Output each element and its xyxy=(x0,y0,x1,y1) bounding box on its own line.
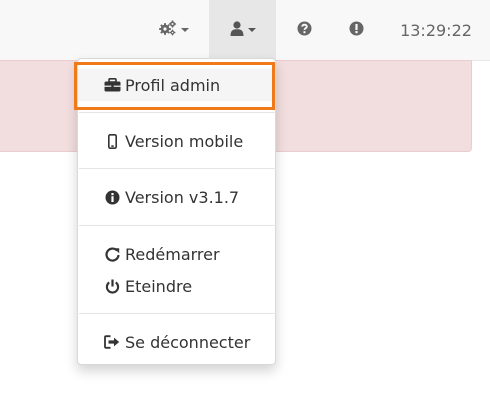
menu-divider xyxy=(79,168,276,169)
caret-down-icon xyxy=(247,28,256,32)
menu-item-label: Profil admin xyxy=(125,75,221,95)
settings-dropdown[interactable] xyxy=(148,0,200,60)
menu-item-label: Se déconnecter xyxy=(125,332,251,352)
menu-item-version-mobile[interactable]: Version mobile xyxy=(78,125,275,157)
menu-divider xyxy=(79,225,276,226)
sign-out-icon xyxy=(103,335,121,349)
menu-divider xyxy=(79,313,276,314)
refresh-icon xyxy=(103,247,121,262)
power-off-icon xyxy=(103,279,121,294)
menu-item-eteindre[interactable]: Eteindre xyxy=(78,270,275,302)
info-circle-icon xyxy=(103,190,121,205)
menu-item-label: Version mobile xyxy=(125,131,244,151)
menu-item-redemarrer[interactable]: Redémarrer xyxy=(78,238,275,270)
top-navbar: 13:29:22 xyxy=(0,0,490,61)
caret-down-icon xyxy=(181,28,189,32)
menu-divider xyxy=(79,112,276,113)
menu-item-se-deconnecter[interactable]: Se déconnecter xyxy=(78,326,275,358)
mobile-icon xyxy=(103,133,121,149)
alerts-button[interactable] xyxy=(340,0,372,60)
user-dropdown-menu: Profil admin Version mobile Version v3.1… xyxy=(77,58,276,365)
menu-item-profil-admin[interactable]: Profil admin xyxy=(78,69,275,101)
menu-item-label: Eteindre xyxy=(125,276,193,296)
user-icon xyxy=(230,20,244,40)
cogs-icon xyxy=(159,20,177,40)
user-dropdown-toggle[interactable] xyxy=(209,0,276,60)
exclamation-circle-icon xyxy=(349,21,364,40)
menu-item-version[interactable]: Version v3.1.7 xyxy=(78,181,275,213)
briefcase-icon xyxy=(103,78,121,92)
question-circle-icon xyxy=(297,21,312,40)
menu-item-label: Redémarrer xyxy=(125,244,220,264)
clock: 13:29:22 xyxy=(390,0,482,60)
help-button[interactable] xyxy=(288,0,320,60)
clock-time: 13:29:22 xyxy=(400,20,472,40)
menu-item-label: Version v3.1.7 xyxy=(125,187,240,207)
